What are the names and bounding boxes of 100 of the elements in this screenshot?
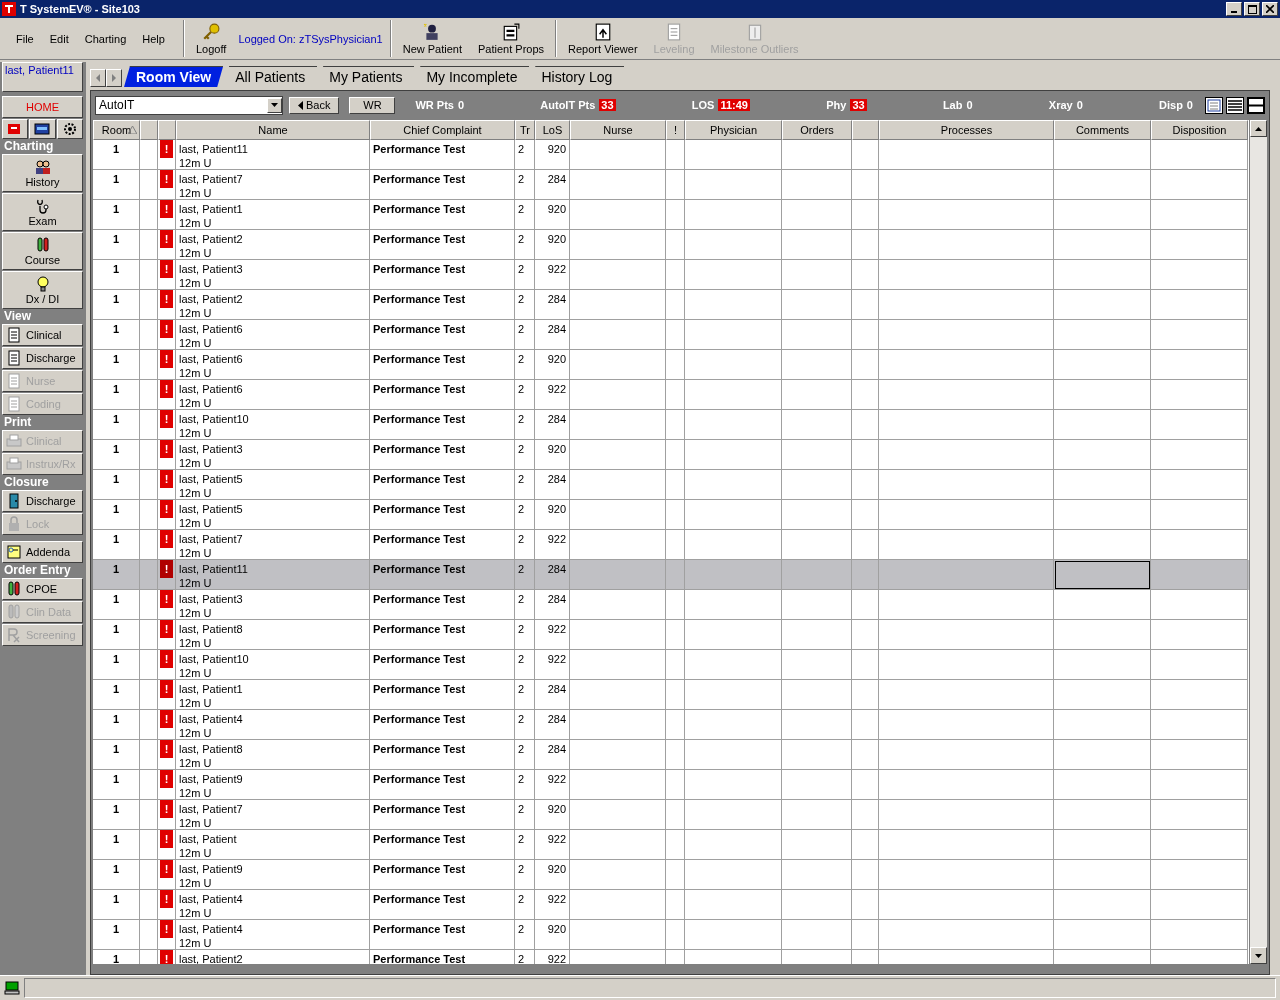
- patient-row[interactable]: 1 ! last, Patient4 12m U Performance Test 2 284: [93, 710, 1249, 740]
- column-header[interactable]: Processes: [879, 120, 1054, 140]
- column-header[interactable]: Tr: [515, 120, 535, 140]
- column-header[interactable]: Room: [93, 120, 140, 140]
- comment-cell[interactable]: [1054, 650, 1151, 680]
- patient-row[interactable]: 1 ! last, Patient6 12m U Performance Test 2 284: [93, 320, 1249, 350]
- comment-cell[interactable]: [1054, 740, 1151, 770]
- comment-cell[interactable]: [1054, 290, 1151, 320]
- sidebar-button[interactable]: Course: [2, 232, 83, 270]
- patient-row[interactable]: 1 ! last, Patient 12m U Performance Test 2 922: [93, 830, 1249, 860]
- blank-column-header[interactable]: [158, 120, 176, 140]
- patient-row[interactable]: 1 ! last, Patient5 12m U Performance Test 2 284: [93, 470, 1249, 500]
- comment-cell[interactable]: [1054, 380, 1151, 410]
- column-header[interactable]: Orders: [782, 120, 852, 140]
- menu-item[interactable]: Edit: [41, 32, 77, 45]
- sidebar-button[interactable]: Discharge: [2, 490, 83, 512]
- patient-row[interactable]: 1 ! last, Patient10 12m U Performance Test 2 922: [93, 650, 1249, 680]
- column-header[interactable]: Comments: [1054, 120, 1151, 140]
- patient-row[interactable]: 1 ! last, Patient6 12m U Performance Test 2 922: [93, 380, 1249, 410]
- scroll-left-button[interactable]: [90, 69, 106, 87]
- blank-column-header[interactable]: [852, 120, 879, 140]
- sidebar-button[interactable]: Clinical: [2, 324, 83, 346]
- patient-row[interactable]: 1 ! last, Patient3 12m U Performance Test 2 920: [93, 440, 1249, 470]
- patient-row[interactable]: 1 ! last, Patient3 12m U Performance Test 2 284: [93, 590, 1249, 620]
- sidebar-button[interactable]: History: [2, 154, 83, 192]
- wr-button[interactable]: WR: [349, 96, 396, 114]
- scroll-up-button[interactable]: [1250, 120, 1267, 137]
- menu-item[interactable]: File: [8, 32, 42, 45]
- column-header[interactable]: Physician: [685, 120, 782, 140]
- patient-row[interactable]: 1 ! last, Patient7 12m U Performance Test 2 920: [93, 800, 1249, 830]
- toolbar-button[interactable]: Patient Props: [470, 18, 553, 59]
- patient-row[interactable]: 1 ! last, Patient5 12m U Performance Test 2 920: [93, 500, 1249, 530]
- comment-cell[interactable]: [1054, 410, 1151, 440]
- column-header[interactable]: Chief Complaint: [370, 120, 515, 140]
- comment-cell[interactable]: [1054, 500, 1151, 530]
- patient-row[interactable]: 1 ! last, Patient2 12m U Performance Test 2 284: [93, 290, 1249, 320]
- scroll-right-button[interactable]: [106, 69, 122, 87]
- comment-cell[interactable]: [1054, 230, 1151, 260]
- comment-cell[interactable]: [1054, 710, 1151, 740]
- patient-row[interactable]: 1 ! last, Patient4 12m U Performance Test 2 922: [93, 890, 1249, 920]
- menu-item[interactable]: Charting: [76, 32, 135, 45]
- patient-row[interactable]: 1 ! last, Patient1 12m U Performance Test 2 284: [93, 680, 1249, 710]
- minimize-button[interactable]: [1226, 2, 1242, 16]
- comment-cell[interactable]: [1054, 680, 1151, 710]
- comment-cell[interactable]: [1054, 620, 1151, 650]
- patient-row[interactable]: 1 ! last, Patient1 12m U Performance Test 2 920: [93, 200, 1249, 230]
- comment-cell[interactable]: [1054, 860, 1151, 890]
- comment-cell[interactable]: [1054, 830, 1151, 860]
- toolbar-icon-button[interactable]: [56, 119, 83, 139]
- column-header[interactable]: Nurse: [570, 120, 666, 140]
- column-header[interactable]: LoS: [535, 120, 570, 140]
- patient-row[interactable]: 1 ! last, Patient9 12m U Performance Test 2 920: [93, 860, 1249, 890]
- sidebar-button[interactable]: Addenda: [2, 541, 83, 563]
- patient-row[interactable]: 1 ! last, Patient2 Performance Test 2 922: [93, 950, 1249, 964]
- comment-cell[interactable]: [1054, 200, 1151, 230]
- comment-cell[interactable]: [1054, 350, 1151, 380]
- patient-row[interactable]: 1 ! last, Patient11 12m U Performance Test 2 920: [93, 140, 1249, 170]
- sidebar-button[interactable]: Discharge: [2, 347, 83, 369]
- patient-row[interactable]: 1 ! last, Patient9 12m U Performance Test 2 922: [93, 770, 1249, 800]
- patient-row[interactable]: 1 ! last, Patient2 12m U Performance Test 2 920: [93, 230, 1249, 260]
- patient-row[interactable]: 1 ! last, Patient11 12m U Performance Test 2 284: [93, 560, 1249, 590]
- logoff-button[interactable]: Logoff: [188, 18, 235, 59]
- comment-cell[interactable]: [1054, 560, 1151, 590]
- tab[interactable]: Room View: [124, 66, 224, 87]
- comment-cell[interactable]: [1054, 890, 1151, 920]
- close-button[interactable]: [1262, 2, 1278, 16]
- toolbar-icon-button[interactable]: [29, 119, 56, 139]
- column-header[interactable]: Disposition: [1151, 120, 1248, 140]
- comment-cell[interactable]: [1054, 440, 1151, 470]
- comment-cell[interactable]: [1054, 170, 1151, 200]
- patient-row[interactable]: 1 ! last, Patient8 12m U Performance Test 2 284: [93, 740, 1249, 770]
- toolbar-icon-button[interactable]: [2, 119, 29, 139]
- column-header[interactable]: !: [666, 120, 685, 140]
- blank-column-header[interactable]: [140, 120, 158, 140]
- comment-cell[interactable]: [1054, 800, 1151, 830]
- toolbar-button[interactable]: Report Viewer: [560, 18, 646, 59]
- view-button[interactable]: [1247, 96, 1265, 114]
- comment-cell[interactable]: [1054, 920, 1151, 950]
- sidebar-button[interactable]: CPOE: [2, 578, 83, 600]
- comment-cell[interactable]: [1054, 770, 1151, 800]
- scroll-down-button[interactable]: [1250, 947, 1267, 964]
- patient-link[interactable]: last, Patient11: [2, 62, 83, 92]
- column-header[interactable]: Name: [176, 120, 370, 140]
- patient-row[interactable]: 1 ! last, Patient4 12m U Performance Test 2 920: [93, 920, 1249, 950]
- back-button[interactable]: Back: [289, 96, 340, 114]
- comment-cell[interactable]: [1054, 590, 1151, 620]
- comment-cell[interactable]: [1054, 140, 1151, 170]
- patient-row[interactable]: 1 ! last, Patient6 12m U Performance Test 2 920: [93, 350, 1249, 380]
- maximize-button[interactable]: [1244, 2, 1260, 16]
- toolbar-button[interactable]: New Patient: [394, 18, 470, 59]
- view-button[interactable]: [1226, 96, 1244, 114]
- patient-row[interactable]: 1 ! last, Patient7 12m U Performance Test 2 284: [93, 170, 1249, 200]
- comment-cell[interactable]: [1054, 260, 1151, 290]
- patient-row[interactable]: 1 ! last, Patient3 12m U Performance Test 2 922: [93, 260, 1249, 290]
- sidebar-button[interactable]: Dx / DI: [2, 271, 83, 309]
- comment-cell[interactable]: [1054, 470, 1151, 500]
- patient-row[interactable]: 1 ! last, Patient10 12m U Performance Test 2 284: [93, 410, 1249, 440]
- comment-cell[interactable]: [1054, 320, 1151, 350]
- menu-item[interactable]: Help: [134, 32, 173, 45]
- patient-row[interactable]: 1 ! last, Patient8 12m U Performance Test 2 922: [93, 620, 1249, 650]
